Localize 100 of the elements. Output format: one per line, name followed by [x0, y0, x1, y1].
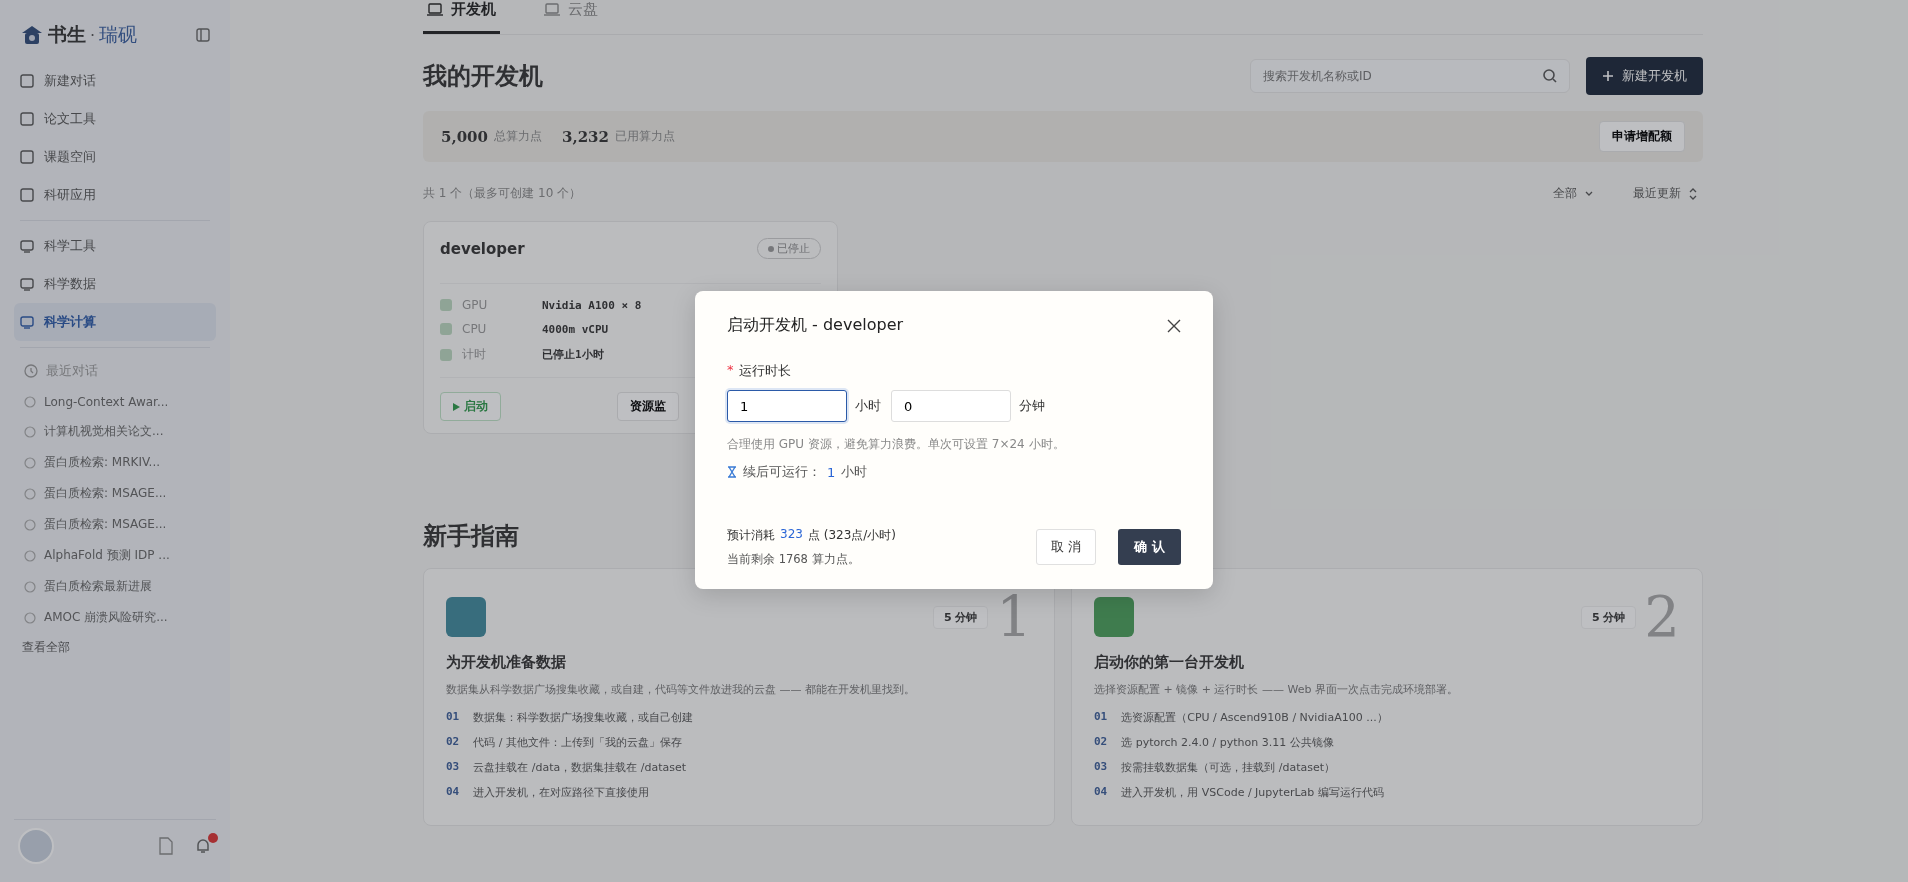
- sidebar-toggle-icon[interactable]: [196, 28, 210, 42]
- spec-label: 计时: [462, 346, 487, 363]
- hours-input[interactable]: 1: [727, 390, 847, 422]
- hint-text: 合理使用 GPU 资源，避免算力浪费。单次可设置 7×24 小时。: [727, 436, 1066, 453]
- start-button[interactable]: 启动: [440, 392, 502, 421]
- spec-icon: [440, 348, 452, 361]
- used-points: 3,232: [562, 127, 609, 146]
- recent-chat-item[interactable]: 蛋白质检索最新进展: [14, 571, 216, 602]
- chat-icon: [24, 611, 36, 624]
- cost-label: 预计消耗: [727, 527, 775, 544]
- spec-label: CPU: [462, 322, 488, 336]
- bell-icon[interactable]: [194, 837, 212, 855]
- spec-value: Nvidia A100 × 8: [542, 298, 642, 312]
- search-icon[interactable]: [1542, 68, 1558, 84]
- tab-icon: [544, 2, 560, 17]
- step-number: 02: [446, 735, 460, 750]
- new-machine-button[interactable]: 新建开发机: [1586, 57, 1703, 95]
- nav-icon: [20, 239, 34, 253]
- nav-icon: [20, 74, 34, 88]
- nav-icon: [20, 150, 34, 164]
- chat-icon: [24, 456, 36, 469]
- step-text: 进入开发机，用 VSCode / JupyterLab 编写运行代码: [1121, 785, 1384, 800]
- field-label: 运行时长: [738, 362, 791, 380]
- unit-label: 分钟: [1019, 397, 1045, 415]
- step-text: 数据集：科学数据广场搜集收藏，或自己创建: [473, 710, 694, 725]
- cancel-button[interactable]: 取 消: [1036, 529, 1097, 565]
- recent-chat-item[interactable]: Long-Context Awar...: [14, 388, 216, 416]
- close-icon[interactable]: [1167, 318, 1181, 333]
- step-text: 选 pytorch 2.4.0 / python 3.11 公共镜像: [1121, 735, 1334, 750]
- play-icon: [453, 402, 460, 411]
- chat-icon: [24, 425, 36, 438]
- recent-chat-item[interactable]: 蛋白质检索: MRKIV...: [14, 447, 216, 478]
- step-number: 03: [446, 760, 460, 775]
- plus-icon: [1602, 70, 1614, 82]
- chat-icon: [24, 396, 36, 408]
- guide-icon: [446, 597, 486, 637]
- required-mark: *: [727, 362, 734, 379]
- nav-icon: [20, 277, 34, 291]
- guide-description: 选择资源配置 + 镜像 + 运行时长 —— Web 界面一次点击完成环境部署。: [1094, 682, 1459, 697]
- total-points-label: 总算力点: [494, 128, 542, 145]
- spec-icon: [440, 299, 452, 311]
- recent-chat-item[interactable]: AlphaFold 预测 IDP ...: [14, 540, 216, 571]
- machine-name: developer: [440, 239, 525, 258]
- guide-card[interactable]: [1071, 568, 1703, 826]
- logo-text: 瑞砚: [99, 22, 139, 47]
- step-number: 01: [1094, 710, 1108, 725]
- cost-rate: 点 (323点/小时): [807, 527, 897, 544]
- tab-icon: [427, 2, 443, 17]
- chevron-down-icon: [1585, 190, 1594, 197]
- sidebar-item[interactable]: 新建对话: [14, 62, 216, 100]
- logo-text: 书生: [48, 22, 86, 47]
- search-field[interactable]: 搜索开发机名称或ID: [1250, 59, 1570, 93]
- sidebar-item[interactable]: 论文工具: [14, 100, 216, 138]
- section-title: 新手指南: [423, 520, 519, 552]
- recent-chat-item[interactable]: AMOC 崩溃风险研究...: [14, 602, 216, 633]
- step-number: 1: [996, 589, 1032, 645]
- sidebar-item[interactable]: 科学工具: [14, 227, 216, 265]
- monitor-button[interactable]: 资源监: [617, 392, 680, 421]
- sidebar-item[interactable]: 科学数据: [14, 265, 216, 303]
- nav-icon: [20, 188, 34, 202]
- view-all-link[interactable]: 查看全部: [14, 633, 216, 662]
- step-text: 代码 / 其他文件：上传到「我的云盘」保存: [473, 735, 682, 750]
- step-number: 03: [1094, 760, 1108, 775]
- tab[interactable]: 开发机: [423, 0, 500, 34]
- minutes-input[interactable]: 0: [891, 390, 1011, 422]
- step-number: 04: [446, 785, 460, 800]
- spec-value: 已停止1小时: [542, 347, 604, 362]
- guide-card[interactable]: 5 分钟 1 为开发机准备数据 数据集从科学数据广场搜集收藏，或自建，代码等文件放进我的云盘 —— 都能在开发机里找到。 01 数据集：科学数据广场搜集收藏，或自己创建 02 代码 / 其他文件：上传到「我的云盘」保存 03 云盘挂载在 /data，数据集挂载在 /dataset 04 进入开发机，在对应路径下直接使用: [423, 568, 1055, 826]
- recent-chat-item[interactable]: 计算机视觉相关论文...: [14, 416, 216, 447]
- filter-dropdown[interactable]: 全部: [1547, 184, 1600, 203]
- guide-title: 启动你的第一台开发机: [1094, 653, 1245, 672]
- confirm-button[interactable]: 确 认: [1118, 529, 1181, 565]
- step-text: 云盘挂载在 /data，数据集挂载在 /dataset: [473, 760, 687, 775]
- sort-button[interactable]: 最近更新: [1627, 184, 1703, 203]
- status-dot-icon: [767, 246, 774, 252]
- runtime-value: 1: [827, 464, 836, 480]
- spec-value: 4000m vCPU: [542, 322, 609, 336]
- sort-icon: [1689, 187, 1697, 200]
- sidebar-item[interactable]: 课题空间: [14, 138, 216, 176]
- sidebar-item[interactable]: 科学计算: [14, 303, 216, 341]
- used-points-label: 已用算力点: [614, 128, 675, 145]
- apply-quota-button[interactable]: 申请增配额: [1599, 121, 1685, 152]
- sidebar-item[interactable]: 科研应用: [14, 176, 216, 214]
- runtime-unit: 小时: [841, 463, 868, 481]
- recent-chat-item[interactable]: 蛋白质检索: MSAGE...: [14, 509, 216, 540]
- document-icon[interactable]: [158, 837, 174, 855]
- clock-icon: [24, 364, 38, 378]
- chat-icon: [24, 487, 36, 500]
- step-text: 选资源配置（CPU / Ascend910B / NvidiaA100 ...）: [1121, 710, 1388, 725]
- section-title: 最近对话: [46, 362, 98, 380]
- unit-label: 小时: [855, 397, 881, 415]
- runtime-label: 续后可运行：: [743, 463, 821, 481]
- logo-separator: ·: [90, 25, 96, 45]
- machine-count: 共 1 个（最多可创建 10 个）: [423, 185, 582, 202]
- chat-icon: [24, 549, 36, 562]
- total-points: 5,000: [441, 127, 488, 146]
- step-text: 进入开发机，在对应路径下直接使用: [473, 785, 650, 800]
- recent-chat-item[interactable]: 蛋白质检索: MSAGE...: [14, 478, 216, 509]
- tab[interactable]: 云盘: [540, 0, 602, 34]
- chat-icon: [24, 518, 36, 531]
